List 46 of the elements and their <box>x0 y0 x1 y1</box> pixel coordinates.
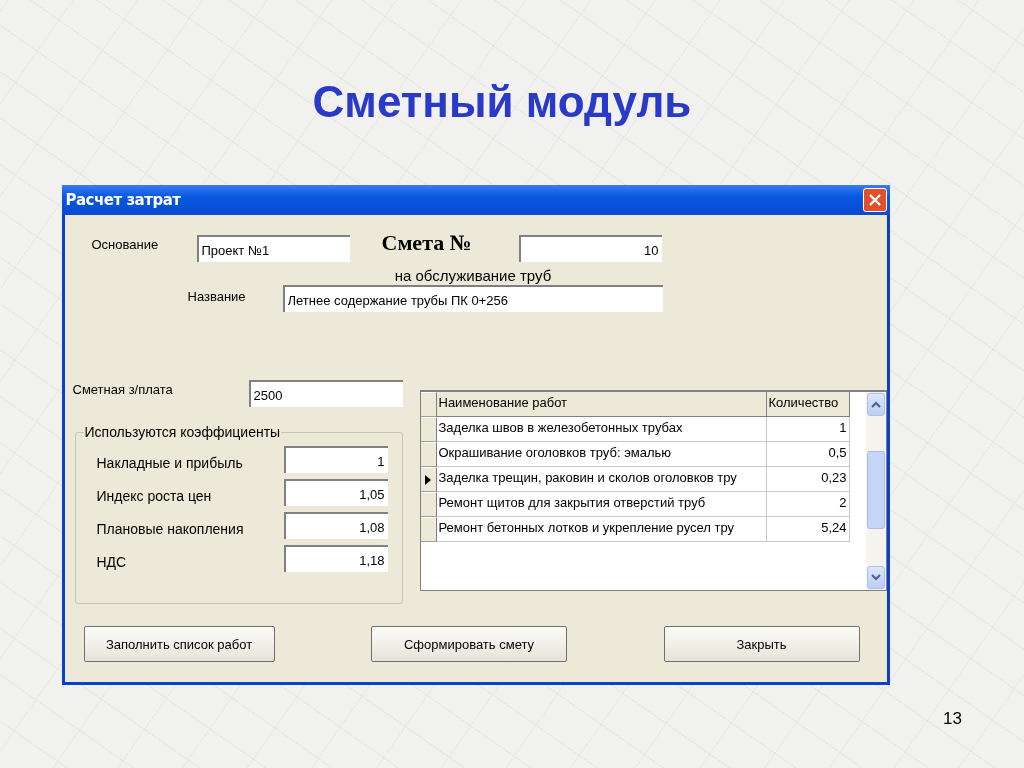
table-cell: Ремонт щитов для закрытия отверстий труб <box>436 492 767 517</box>
vertical-scrollbar[interactable] <box>865 392 886 590</box>
row-header[interactable] <box>420 467 437 492</box>
table-cell: Заделка трещин, раковин и сколов оголовков тру <box>436 467 767 492</box>
close-icon <box>867 193 882 207</box>
table-cell: Ремонт бетонных лотков и укрепление русел тру <box>436 517 767 542</box>
window-title: Расчет затрат <box>65 191 181 209</box>
table-cell: 5,24 <box>766 517 850 542</box>
table-cell: 1 <box>766 417 850 442</box>
coefficient-field[interactable]: 1,05 <box>283 478 388 506</box>
coefficient-label: Индекс роста цен <box>96 488 213 504</box>
table-cell: 2 <box>766 492 850 517</box>
dialog-button[interactable]: Закрыть <box>663 626 860 662</box>
basis-field[interactable]: Проект №1 <box>196 235 350 262</box>
table-cell: 0,5 <box>766 442 850 467</box>
coefficient-field[interactable]: 1 <box>283 445 388 473</box>
column-header[interactable]: Наименование работ <box>436 392 767 417</box>
coefficient-label: НДС <box>96 554 128 570</box>
name-field[interactable]: Летнее содержание трубы ПК 0+256 <box>282 285 663 312</box>
dialog-button[interactable]: Заполнить список работ <box>83 626 275 662</box>
estimate-subtitle: на обслуживание труб <box>394 267 552 285</box>
page-number: 13 <box>943 709 962 729</box>
scroll-thumb[interactable] <box>866 451 885 529</box>
coefficient-field[interactable]: 1,18 <box>283 544 388 572</box>
estimate-label: Смета № <box>381 230 473 256</box>
group-title: Используются коэффициенты <box>83 424 282 440</box>
close-button[interactable] <box>862 188 887 212</box>
current-row-icon <box>425 474 431 485</box>
coefficient-field[interactable]: 1,08 <box>283 511 388 539</box>
coefficient-label: Плановые накопления <box>96 521 245 537</box>
slide-title: Сметный модуль <box>312 76 692 128</box>
dialog-button[interactable]: Сформировать смету <box>371 626 567 662</box>
down-caret-icon <box>870 574 881 581</box>
coefficient-label: Накладные и прибыль <box>96 455 244 471</box>
basis-label: Основание <box>91 237 160 252</box>
salary-field[interactable]: 2500 <box>248 380 403 407</box>
table-cell: Заделка швов в железобетонных трубах <box>436 417 767 442</box>
name-label: Название <box>187 289 247 304</box>
scroll-down-button[interactable] <box>866 566 885 589</box>
salary-label: Сметная з/плата <box>72 382 174 397</box>
scroll-up-button[interactable] <box>866 393 885 416</box>
estimate-number-field[interactable]: 10 <box>518 235 662 262</box>
table-cell: Окрашивание оголовков труб: эмалью <box>436 442 767 467</box>
column-header[interactable]: Количество <box>766 392 850 417</box>
table-cell: 0,23 <box>766 467 850 492</box>
up-caret-icon <box>870 401 881 408</box>
